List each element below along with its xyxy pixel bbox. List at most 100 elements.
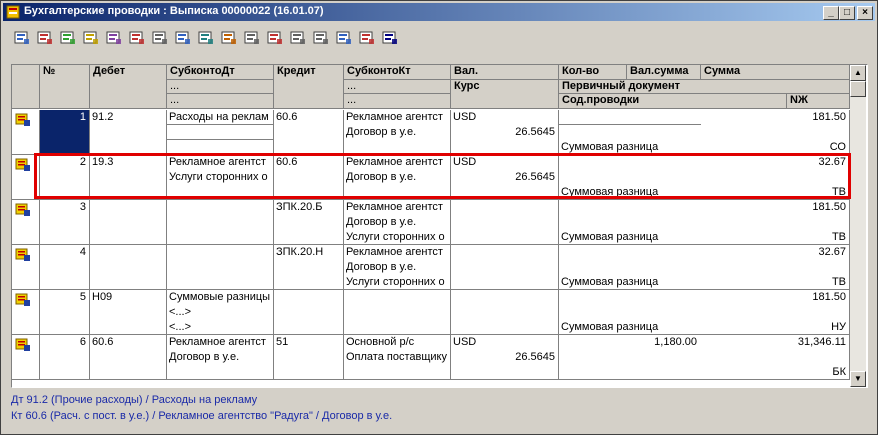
cell-debit[interactable] xyxy=(90,200,166,215)
cell-subkonto-dt[interactable]: Рекламное агентст xyxy=(167,155,273,170)
header-credit[interactable]: Кредит xyxy=(274,65,344,109)
cell-subkonto-dt[interactable]: Суммовые разницы xyxy=(167,290,273,305)
cell-qty[interactable] xyxy=(559,200,626,215)
table-row[interactable]: 2 19.3 Рекламное агентст Услуги сторонних о… xyxy=(12,155,850,200)
cell-kurs[interactable] xyxy=(451,260,558,275)
mark-delete-icon[interactable] xyxy=(128,29,146,47)
help-icon[interactable] xyxy=(381,29,399,47)
cell-val[interactable]: USD xyxy=(451,335,558,350)
cell-subkonto-dt[interactable]: Услуги сторонних о xyxy=(167,170,273,185)
cell-subkonto-kt[interactable]: Рекламное агентст xyxy=(344,110,450,125)
cell-num[interactable]: 2 xyxy=(40,155,89,170)
cell-num[interactable]: 6 xyxy=(40,335,89,350)
cell-content[interactable]: Суммовая разница xyxy=(559,275,786,290)
header-nzh[interactable]: NЖ xyxy=(787,94,850,109)
cell-subkonto-dt[interactable] xyxy=(167,125,273,140)
cell-debit[interactable]: 60.6 xyxy=(90,335,166,350)
clear-icon[interactable] xyxy=(266,29,284,47)
cut-icon[interactable] xyxy=(289,29,307,47)
cell-val[interactable] xyxy=(451,290,558,305)
cell-sum[interactable]: 181.50 xyxy=(701,110,849,125)
header-val-sum[interactable]: Вал.сумма xyxy=(627,65,701,80)
move-icon[interactable] xyxy=(151,29,169,47)
cell-kurs[interactable] xyxy=(451,215,558,230)
cell-subkonto-kt[interactable]: Договор в у.е. xyxy=(344,170,450,185)
column-width-icon[interactable] xyxy=(243,29,261,47)
new-group-icon[interactable] xyxy=(82,29,100,47)
scroll-down-button[interactable]: ▼ xyxy=(850,371,866,387)
cell-qty[interactable] xyxy=(559,110,626,125)
cell-credit[interactable]: ЗПК.20.Б xyxy=(274,200,343,215)
cell-subkonto-kt[interactable]: Договор в у.е. xyxy=(344,260,450,275)
edit-row-icon[interactable] xyxy=(59,29,77,47)
cell-val[interactable]: USD xyxy=(451,155,558,170)
cell-nzh[interactable]: СО xyxy=(787,140,849,155)
cell-subkonto-kt[interactable]: Оплата поставщику xyxy=(344,350,450,365)
post-icon[interactable] xyxy=(174,29,192,47)
cell-subkonto-kt[interactable]: Договор в у.е. xyxy=(344,125,450,140)
cell-sum[interactable]: 181.50 xyxy=(701,290,849,305)
cell-subkonto-dt[interactable]: Расходы на реклам xyxy=(167,110,273,125)
cell-content[interactable]: Суммовая разница xyxy=(559,320,786,335)
cell-subkonto-dt[interactable]: Рекламное агентст xyxy=(167,335,273,350)
paste-icon[interactable] xyxy=(312,29,330,47)
cell-nzh[interactable]: ТВ xyxy=(787,185,849,200)
cell-val-sum[interactable] xyxy=(627,110,700,125)
vertical-scrollbar[interactable]: ▲ ▼ xyxy=(850,65,866,387)
cell-credit[interactable]: 60.6 xyxy=(274,155,343,170)
cell-content[interactable]: Суммовая разница xyxy=(559,185,786,200)
cell-credit[interactable] xyxy=(274,290,343,305)
cell-subkonto-kt[interactable]: Договор в у.е. xyxy=(344,215,450,230)
header-content[interactable]: Сод.проводки xyxy=(559,94,787,109)
header-subkonto-kt[interactable]: СубконтоКт xyxy=(344,65,451,80)
cell-num[interactable]: 5 xyxy=(40,290,89,305)
cell-num[interactable]: 4 xyxy=(40,245,89,260)
entries-table[interactable]: № Дебет СубконтоДт ... ... Кредит Субкон… xyxy=(11,64,868,388)
cell-content[interactable]: Суммовая разница xyxy=(559,230,786,245)
table-row[interactable]: 3 ЗПК.20.Б Рекламное агентст Договор в у.е.… xyxy=(12,200,850,245)
cell-subkonto-kt[interactable] xyxy=(344,305,450,320)
filter-icon[interactable] xyxy=(335,29,353,47)
cell-val-sum[interactable] xyxy=(627,245,700,260)
title-bar[interactable]: Бухгалтерские проводки : Выписка 0000002… xyxy=(3,3,875,21)
header-sum[interactable]: Сумма xyxy=(701,65,850,80)
cell-subkonto-kt[interactable]: Рекламное агентст xyxy=(344,245,450,260)
copy-row-icon[interactable] xyxy=(36,29,54,47)
cell-subkonto-dt[interactable]: Договор в у.е. xyxy=(167,350,273,365)
new-row-icon[interactable] xyxy=(13,29,31,47)
cell-credit[interactable]: 51 xyxy=(274,335,343,350)
search-icon[interactable] xyxy=(197,29,215,47)
cell-nzh[interactable]: ТВ xyxy=(787,275,849,290)
cell-val[interactable] xyxy=(451,200,558,215)
cell-debit[interactable] xyxy=(90,245,166,260)
header-qty[interactable]: Кол-во xyxy=(559,65,627,80)
cell-nzh[interactable]: НУ xyxy=(787,320,849,335)
cell-sum[interactable]: 181.50 xyxy=(701,200,849,215)
cell-subkonto-dt[interactable]: <...> xyxy=(167,305,273,320)
cell-qty[interactable] xyxy=(559,290,626,305)
cell-subkonto-kt[interactable] xyxy=(344,320,450,335)
maximize-button[interactable]: □ xyxy=(839,6,855,20)
cell-subkonto-dt[interactable] xyxy=(167,185,273,200)
table-row[interactable]: 5 Н09 Суммовые разницы <...> <...> 181.50 Сумм… xyxy=(12,290,850,335)
cell-kurs[interactable]: 26.5645 xyxy=(451,170,558,185)
cell-subkonto-dt[interactable] xyxy=(167,365,273,380)
cell-nzh[interactable]: ТВ xyxy=(787,230,849,245)
cell-subkonto-kt[interactable]: Рекламное агентст xyxy=(344,200,450,215)
cell-debit[interactable]: Н09 xyxy=(90,290,166,305)
cell-val-sum[interactable] xyxy=(627,290,700,305)
cell-subkonto-kt[interactable]: Услуги сторонних о xyxy=(344,230,450,245)
cell-qty[interactable] xyxy=(559,335,626,350)
cell-subkonto-dt[interactable] xyxy=(167,140,273,155)
table-row[interactable]: 6 60.6 Рекламное агентст Договор в у.е. 51 Ос… xyxy=(12,335,850,380)
cell-qty[interactable] xyxy=(559,245,626,260)
cell-num[interactable]: 1 xyxy=(40,110,89,154)
scroll-up-button[interactable]: ▲ xyxy=(850,65,866,81)
delete-row-icon[interactable] xyxy=(105,29,123,47)
cell-subkonto-kt[interactable] xyxy=(344,140,450,155)
header-num[interactable]: № xyxy=(40,65,90,109)
header-debit[interactable]: Дебет xyxy=(90,65,167,109)
cell-subkonto-kt[interactable] xyxy=(344,365,450,380)
header-kurs[interactable]: Курс xyxy=(451,80,559,109)
cell-subkonto-kt[interactable] xyxy=(344,185,450,200)
